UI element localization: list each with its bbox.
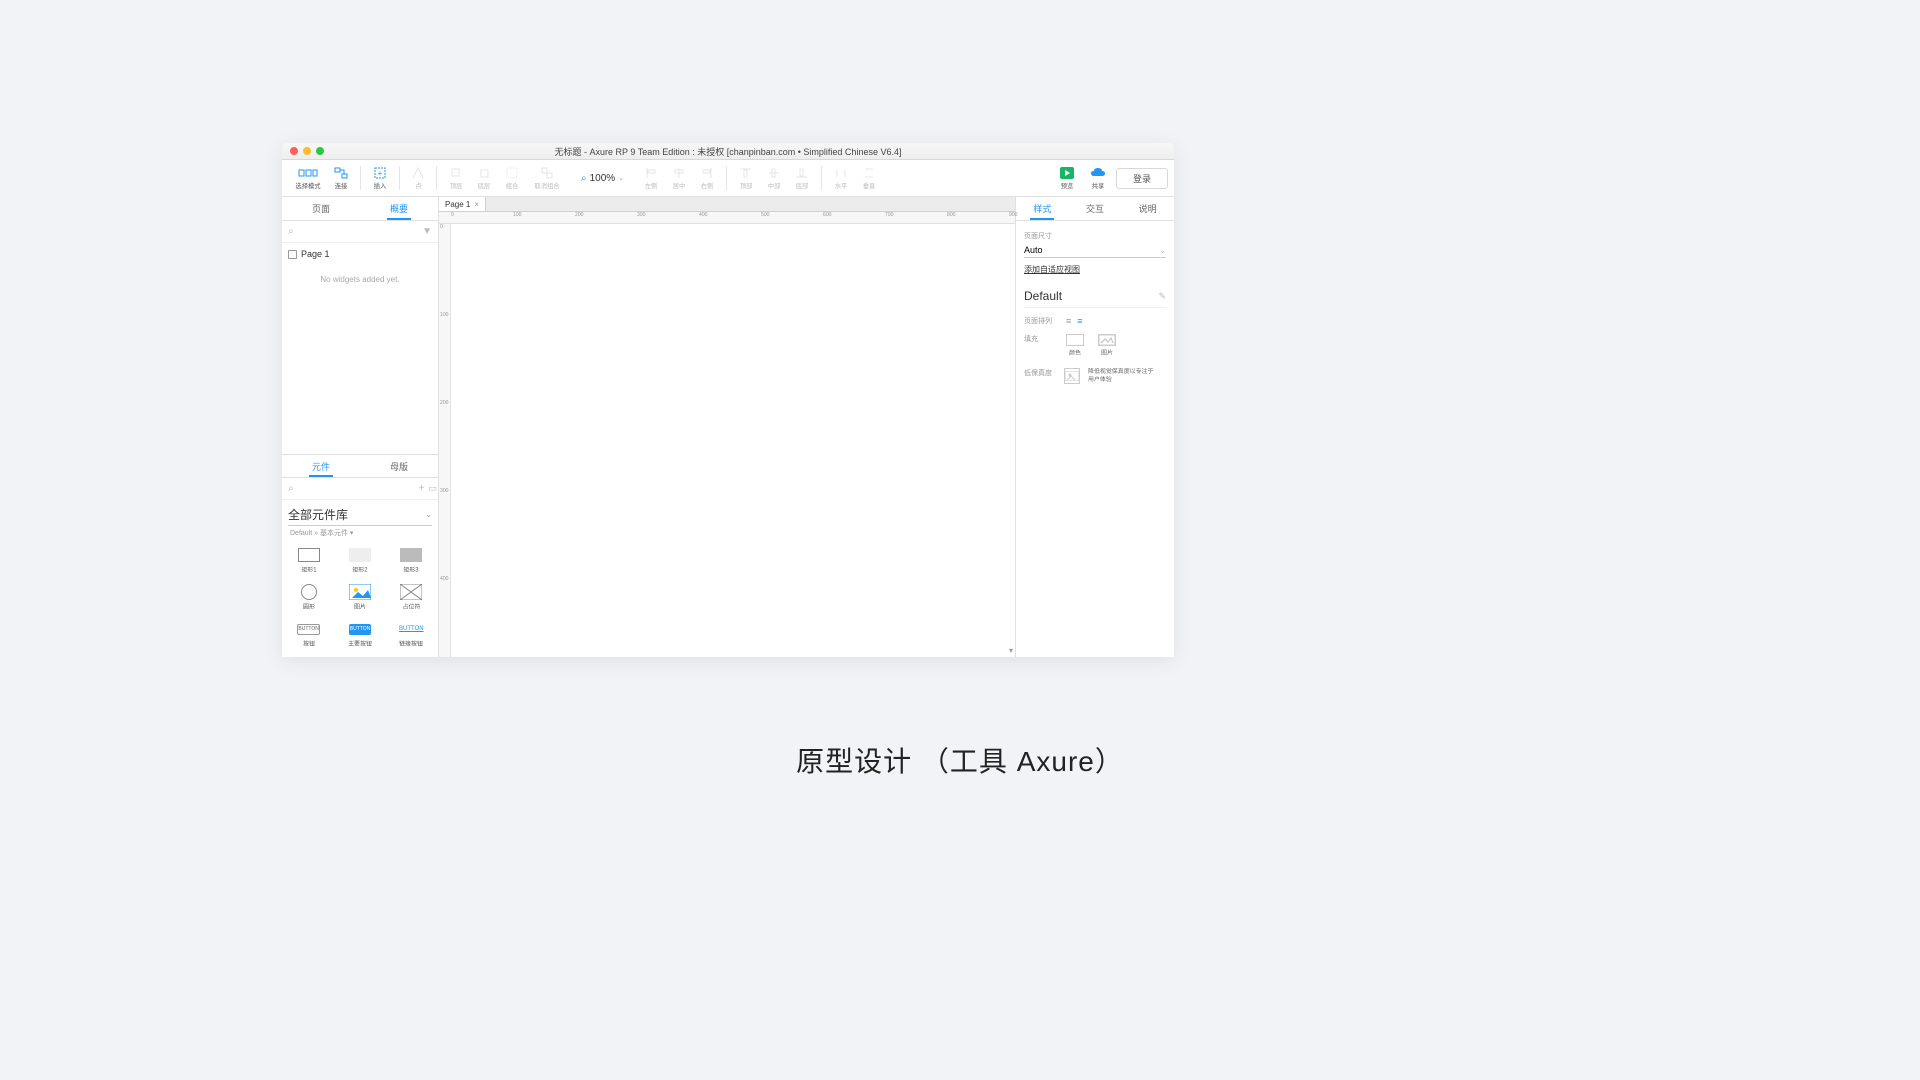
select-mode-button[interactable]: 选择模式 [288,164,328,193]
tab-style[interactable]: 样式 [1016,197,1069,220]
style-name: Default [1024,289,1062,303]
group-button[interactable]: 组合 [499,164,525,193]
titlebar: 无标题 - Axure RP 9 Team Edition : 未授权 [cha… [282,143,1174,160]
distribute-v-button[interactable]: 垂直 [856,164,882,193]
widget-rect2[interactable]: 矩形2 [335,544,384,579]
align-right-button[interactable]: 右侧 [694,164,720,193]
widget-image[interactable]: 图片 [335,581,384,616]
zoom-control[interactable]: ⌕ 100% ⌄ [581,173,624,184]
outline-search-input[interactable] [298,227,418,237]
window-title: 无标题 - Axure RP 9 Team Edition : 未授权 [cha… [282,145,1174,158]
zoom-icon: ⌕ [581,173,587,184]
widget-ellipse[interactable]: 圆形 [284,581,333,616]
lofi-toggle[interactable] [1064,368,1080,384]
widget-rect3[interactable]: 矩形3 [387,544,436,579]
right-sidebar: 样式 交互 说明 页面尺寸 Auto⌄ 添加自适应视图 Default ✎ 页面… [1015,197,1174,657]
tab-masters[interactable]: 母版 [360,455,438,477]
library-select[interactable]: 全部元件库⌄ [288,504,432,526]
fill-image-option[interactable]: 图片 [1098,334,1116,358]
tab-outline[interactable]: 概要 [360,197,438,220]
login-button[interactable]: 登录 [1116,168,1168,189]
widgets-search-input[interactable] [298,484,415,494]
search-icon: ⌕ [288,483,294,494]
page-dim-select[interactable]: Auto⌄ [1024,243,1166,258]
send-back-button[interactable]: 底层 [471,164,497,193]
align-top-button[interactable]: 顶部 [733,164,759,193]
align-middle-button[interactable]: 中部 [761,164,787,193]
widget-placeholder[interactable]: 占位符 [387,581,436,616]
page-align-center-icon[interactable]: ≡ [1077,316,1082,326]
slide-caption: 原型设计 （工具 Axure） [0,740,1920,780]
page-dim-label: 页面尺寸 [1024,231,1166,241]
vertical-ruler: 0100200300400500 [439,224,451,657]
preview-button[interactable]: 预览 [1054,164,1080,193]
align-center-button[interactable]: 居中 [666,164,692,193]
align-left-button[interactable]: 左侧 [638,164,664,193]
horizontal-ruler: 0100200300400500600700800900 [439,212,1015,224]
svg-text:+: + [378,169,383,178]
filter-icon[interactable]: ▼ [422,226,432,237]
lofi-description: 降低视觉保真度以专注于用户体验 [1088,368,1154,383]
app-window: 无标题 - Axure RP 9 Team Edition : 未授权 [cha… [282,143,1174,657]
outline-page-item[interactable]: Page 1 [288,247,432,261]
no-widgets-message: No widgets added yet. [288,275,432,284]
point-button[interactable]: 点 [406,164,430,193]
page-icon [288,250,297,259]
tab-interactions[interactable]: 交互 [1069,197,1122,220]
widget-button[interactable]: BUTTON按钮 [284,618,333,653]
widget-link-button[interactable]: BUTTON链接按钮 [387,618,436,653]
search-icon: ⌕ [288,226,294,237]
widget-rect1[interactable]: 矩形1 [284,544,333,579]
left-sidebar: 页面 概要 ⌕ ▼ Page 1 No widgets added yet. 元… [282,197,439,657]
add-library-icon[interactable]: + [419,483,425,494]
share-button[interactable]: 共享 [1084,164,1112,193]
cloud-icon [1090,166,1106,180]
page-align-left-icon[interactable]: ≡ [1066,316,1071,326]
adaptive-views-link[interactable]: 添加自适应视图 [1024,264,1080,275]
align-bottom-button[interactable]: 底部 [789,164,815,193]
chevron-down-icon[interactable]: ▾ [1009,646,1013,655]
tab-widgets[interactable]: 元件 [282,455,360,477]
fill-color-option[interactable]: 颜色 [1066,334,1084,358]
edit-style-icon[interactable]: ✎ [1158,291,1166,302]
canvas[interactable]: ▾ [451,224,1015,657]
tab-notes[interactable]: 说明 [1121,197,1174,220]
toolbar: 选择模式 连接 + 插入 点 顶层 底层 组合 取消组合 ⌕ 100% ⌄ 左侧… [282,160,1174,197]
bring-front-button[interactable]: 顶层 [443,164,469,193]
insert-button[interactable]: + 插入 [367,164,393,193]
ungroup-button[interactable]: 取消组合 [527,164,567,193]
distribute-h-button[interactable]: 水平 [828,164,854,193]
library-options-icon[interactable]: ▭ [428,483,437,494]
library-hint: Default » 基本元件 ▾ [282,526,438,540]
canvas-tab[interactable]: Page 1 × [439,197,486,211]
canvas-area: Page 1 × 0100200300400500600700800900 01… [439,197,1015,657]
close-tab-icon[interactable]: × [474,200,479,209]
connect-button[interactable]: 连接 [328,164,354,193]
tab-pages[interactable]: 页面 [282,197,360,220]
widget-primary-button[interactable]: BUTTON主要按钮 [335,618,384,653]
